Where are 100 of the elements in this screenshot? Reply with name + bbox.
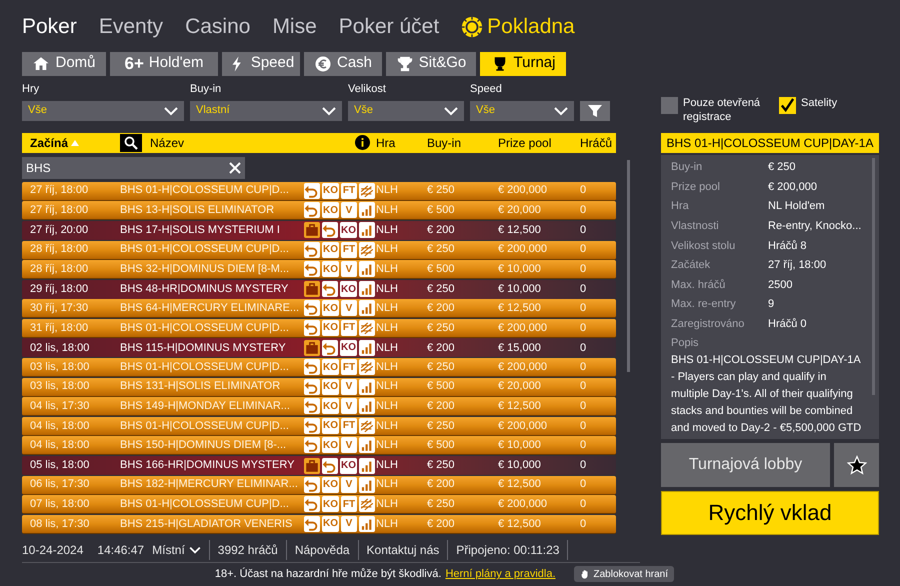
tournament-row[interactable]: 04 lis, 17:30 BHS 149-H|MONDAY ELIMINAR... KO V NLH € 200 € 12,500 0	[22, 397, 616, 416]
tournament-row[interactable]: 28 říj, 18:00 BHS 32-H|DOMINUS DIEM [8-M... KO V NLH € 500 € 10,000 0	[22, 260, 616, 280]
filter-dropdown[interactable]: Vše	[470, 100, 574, 121]
column-header[interactable]: Prize pool	[498, 134, 552, 152]
tournament-row[interactable]: 08 lis, 17:30 BHS 215-H|GLADIATOR VENERIS KO V NLH € 200 € 12,500 0	[22, 514, 616, 534]
table-cell-text: BHS 13-H|SOLIS ELIMINATOR	[120, 203, 276, 218]
tab[interactable]: Cash	[304, 52, 382, 76]
timezone-dropdown[interactable]: Místní	[152, 540, 210, 560]
tab[interactable]: Turnaj	[480, 52, 566, 76]
table-cell-text: 04 lis, 18:00	[30, 418, 90, 434]
field-value: 9	[768, 297, 774, 312]
tournament-row[interactable]: 27 říj, 18:00 BHS 13-H|SOLIS ELIMINATOR KO V NLH € 500 € 20,000 0	[22, 201, 616, 220]
field-label: Začátek	[671, 258, 712, 274]
tournament-row[interactable]: 05 lis, 18:00 BHS 166-HR|DOMINUS MYSTERY KO NLH € 250 € 10,000 0	[22, 456, 616, 476]
tournament-row[interactable]: 06 lis, 17:30 BHS 182-H|MERCURY ELIMINAR... KO V NLH € 200 € 12,500 0	[22, 476, 616, 495]
rules-link[interactable]: Herní plány a pravidla.	[445, 566, 556, 583]
bar-chart-icon	[359, 202, 375, 218]
favorite-button[interactable]	[834, 442, 879, 487]
column-header[interactable]: Buy-in	[427, 134, 462, 152]
help-link[interactable]: Nápověda	[286, 540, 359, 560]
field-label: Velikost stolu	[671, 238, 736, 254]
tournament-row[interactable]: 27 říj, 18:00 BHS 01-H|COLOSSEUM CUP|D... KO FT NLH € 250 € 200,000 0	[22, 182, 616, 201]
reentry-icon	[304, 300, 320, 316]
column-header[interactable]: Začíná	[30, 134, 68, 152]
disclaimer-text: 18+. Účast na hazardní hře může být škodlivá.	[214, 566, 442, 582]
table-cell-text: NLH	[376, 458, 400, 474]
block-button[interactable]: Zablokovat hraní	[574, 566, 674, 582]
field-value: Hráčů 8	[768, 238, 807, 254]
table-cell-text: € 200	[427, 516, 456, 532]
deposit-button[interactable]: Rychlý vklad	[661, 490, 879, 535]
nav-link[interactable]: Poker účet	[338, 11, 440, 43]
scrollbar[interactable]	[626, 160, 630, 372]
filter-dropdown[interactable]: Vše	[348, 100, 464, 121]
checkbox[interactable]	[661, 96, 678, 114]
tournament-row[interactable]: 30 říj, 17:30 BHS 64-H|MERCURY ELIMINARE... KO V NLH € 200 € 12,500 0	[22, 299, 616, 318]
tournament-row[interactable]: 04 lis, 18:00 BHS 01-H|COLOSSEUM CUP|D... KO FT NLH € 250 € 200,000 0	[22, 416, 616, 436]
table-cell-text: € 250	[427, 418, 456, 434]
striped-flag-icon	[359, 242, 375, 258]
table-cell-text: € 200,000	[498, 496, 548, 512]
tournament-row[interactable]: 31 říj, 18:00 BHS 01-H|COLOSSEUM CUP|D... KO FT NLH € 250 € 200,000 0	[22, 318, 616, 338]
tab[interactable]: Speed	[222, 52, 300, 76]
search-button[interactable]	[120, 134, 142, 152]
reentry-icon	[304, 359, 320, 376]
table-cell-text: 0	[580, 458, 588, 474]
tournament-row[interactable]: 03 lis, 18:00 BHS 01-H|COLOSSEUM CUP|D... KO FT NLH € 250 € 200,000 0	[22, 358, 616, 378]
bar-chart-icon	[359, 476, 375, 493]
table-cell-text: € 12,500	[498, 477, 542, 492]
chevron-down-icon	[164, 106, 178, 116]
nav-link[interactable]: Poker	[22, 11, 77, 43]
table-cell-text: BHS 01-H|COLOSSEUM CUP|D...	[120, 496, 290, 512]
filter-dropdown[interactable]: Vlastní	[190, 100, 342, 121]
reentry-icon	[304, 516, 320, 532]
briefcase-icon	[304, 222, 320, 238]
nav-link[interactable]: Casino	[185, 11, 250, 43]
tab[interactable]: Domů	[22, 52, 106, 76]
table-cell-text: 0	[580, 183, 588, 198]
clear-icon[interactable]	[229, 162, 241, 174]
star-icon	[846, 454, 866, 475]
bar-chart-icon	[359, 300, 375, 316]
tournament-row[interactable]: 04 lis, 18:00 BHS 150-H|DOMINUS DIEM [8-... KO V NLH € 500 € 10,000 0	[22, 436, 616, 456]
feature-badge: KO	[322, 398, 339, 414]
feature-badge: KO	[322, 320, 339, 336]
table-cell-text: NLH	[376, 262, 400, 277]
lobby-button[interactable]: Turnajová lobby	[661, 442, 830, 487]
tournament-row[interactable]: 02 lis, 18:00 BHS 115-H|DOMINUS MYSTERY KO NLH € 200 € 15,000 0	[22, 338, 616, 358]
search-field[interactable]: BHS	[22, 156, 245, 179]
bar-chart-icon	[359, 516, 375, 532]
tournament-row[interactable]: 07 lis, 18:00 BHS 01-H|COLOSSEUM CUP|D... KO FT NLH € 250 € 200,000 0	[22, 495, 616, 514]
table-cell-text: 0	[580, 360, 588, 375]
striped-flag-icon	[359, 359, 375, 376]
nav-link[interactable]: Mise	[272, 11, 317, 43]
field-label: Vlastnosti	[671, 219, 720, 234]
tab[interactable]: 6+ Hold'em	[110, 52, 218, 76]
filter-label: Hry	[22, 82, 40, 97]
contact-link[interactable]: Kontaktuj nás	[358, 540, 448, 560]
tournament-row[interactable]: 27 říj, 20:00 BHS 17-H|SOLIS MYSTERIUM I KO NLH € 200 € 12,500 0	[22, 220, 616, 240]
filter-button[interactable]	[580, 100, 610, 121]
bar-chart-icon	[359, 340, 375, 356]
table-cell-text: BHS 01-H|COLOSSEUM CUP|D...	[120, 242, 290, 258]
tournament-row[interactable]: 28 říj, 18:00 BHS 01-H|COLOSSEUM CUP|D... KO FT NLH € 250 € 200,000 0	[22, 240, 616, 260]
column-header[interactable]: Název	[150, 134, 355, 152]
column-header[interactable]: Hráčů	[580, 134, 612, 152]
connection-time: Připojeno: 00:11:23	[448, 540, 568, 560]
scrollbar[interactable]	[872, 158, 875, 395]
nav-link[interactable]: Eventy	[98, 11, 164, 43]
table-cell-text: 0	[580, 242, 588, 258]
tournament-row[interactable]: 03 lis, 18:00 BHS 131-H|SOLIS ELIMINATOR KO V NLH € 500 € 20,000 0	[22, 378, 616, 397]
nav-link[interactable]: Pokladna	[461, 11, 575, 43]
tournament-row[interactable]: 29 říj, 18:00 BHS 48-HR|DOMINUS MYSTERY KO NLH € 250 € 10,000 0	[22, 280, 616, 299]
table-cell-text: € 15,000	[498, 340, 542, 356]
table-cell-text: 06 lis, 17:30	[30, 477, 90, 492]
field-label: Max. re-entry	[671, 297, 737, 312]
checkbox[interactable]	[779, 96, 796, 114]
reentry-icon	[304, 476, 320, 493]
filter-dropdown[interactable]: Vše	[22, 100, 184, 121]
feature-badge: FT	[341, 242, 357, 258]
table-cell-text: € 20,000	[498, 203, 542, 218]
column-header[interactable]: Hra	[376, 134, 396, 152]
table-cell-text: BHS 215-H|GLADIATOR VENERIS	[120, 516, 294, 532]
tab[interactable]: Sit&Go	[386, 52, 476, 76]
